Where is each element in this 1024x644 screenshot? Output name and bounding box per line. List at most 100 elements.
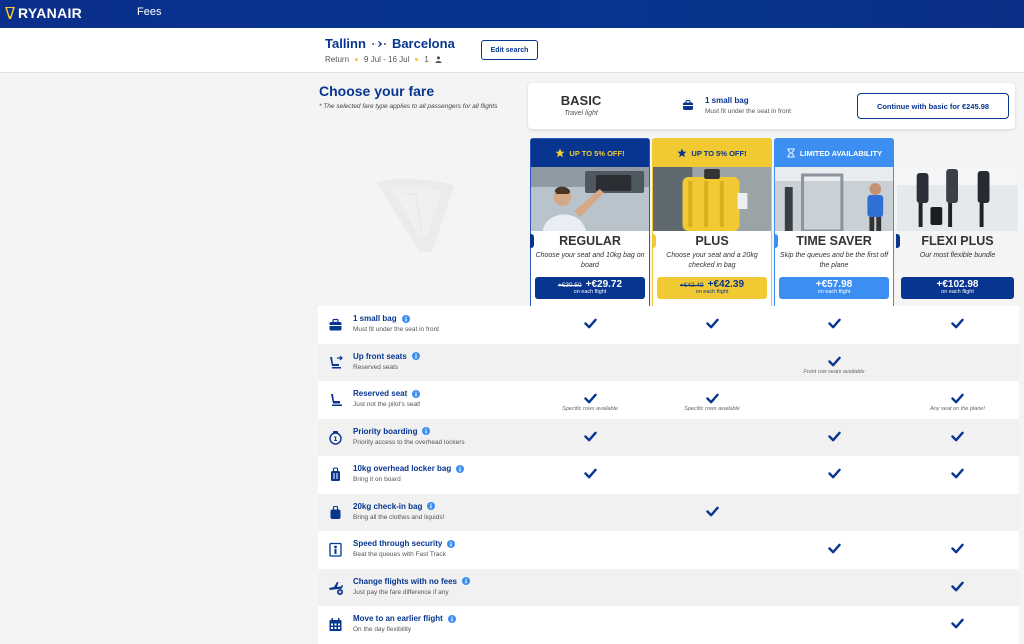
feature-cell	[652, 419, 772, 457]
feature-cell	[896, 419, 1019, 457]
continue-with-basic-button[interactable]: Continue with basic for €245.98	[857, 93, 1009, 119]
feature-cell	[774, 494, 894, 532]
feature-cell	[774, 569, 894, 607]
info-icon[interactable]	[411, 352, 420, 360]
checkmark-icon	[828, 431, 841, 441]
feature-comparison-table: 1 small bag Must fit under the seat in fr…	[318, 306, 1019, 644]
destination-city: Barcelona	[391, 36, 455, 51]
feature-title-text: Change flights with no fees	[353, 576, 458, 586]
flexi-plus-fare-name: FLEXI PLUS	[921, 234, 994, 248]
feature-title-text: Up front seats	[353, 351, 407, 361]
checkmark-icon	[584, 318, 597, 329]
ryanair-logo[interactable]: RYANAIR	[4, 4, 82, 22]
feature-cell	[652, 456, 772, 494]
feature-row: Change flights with no fees Just pay the …	[318, 568, 1019, 607]
person-icon	[435, 56, 442, 63]
star-icon	[555, 148, 566, 158]
feature-subtitle: Reserved seats	[353, 363, 399, 371]
feature-cell	[896, 306, 1019, 344]
feature-subtitle: Beat the queues with Fast Track	[353, 551, 446, 558]
feature-cell	[774, 419, 894, 457]
info-icon[interactable]	[412, 389, 421, 398]
fare-note: * The selected fare type applies to all …	[319, 103, 498, 110]
feature-subtitle: Must fit under the seat in front	[353, 326, 439, 333]
basic-fare-tagline: Travel light	[564, 110, 598, 117]
feature-cell	[774, 306, 894, 344]
info-icon[interactable]	[456, 464, 465, 473]
feature-title: Reserved seat	[353, 389, 421, 398]
basic-bag-subtitle: Must fit under the seat in front	[705, 108, 791, 115]
feature-cell	[652, 344, 772, 382]
checkmark-icon	[951, 618, 964, 629]
regular-price-button[interactable]: +€30.50 +€29.72 on each flight	[535, 277, 645, 299]
feature-cell	[774, 531, 894, 569]
brand-name: RYANAIR	[18, 5, 83, 21]
feature-row: 10kg overhead locker bag Bring it on boar…	[318, 456, 1019, 494]
plus-price-button[interactable]: +€43.49 +€42.39 on each flight	[657, 277, 767, 299]
trip-details: Return 9 Jul - 16 Jul 1	[325, 55, 442, 64]
basic-bag-title: 1 small bag	[705, 96, 749, 105]
reserved-seat-icon	[331, 394, 342, 406]
feature-cell	[896, 456, 1019, 494]
trip-dates: 9 Jul - 16 Jul	[364, 55, 410, 64]
star-icon	[677, 148, 688, 158]
checkmark-icon	[951, 543, 964, 554]
origin-city: Tallinn	[325, 36, 366, 51]
feature-cell-note: Any seat on the plane!	[930, 406, 985, 412]
info-icon[interactable]	[427, 502, 436, 510]
time-saver-price-button[interactable]: +€57.98 on each flight	[779, 277, 889, 299]
flexi-plus-fare-photo	[897, 167, 1018, 231]
feature-cell-note: Front row seats available	[803, 368, 865, 375]
feature-cell	[896, 531, 1019, 569]
info-icon[interactable]	[422, 427, 431, 435]
checkmark-icon	[951, 581, 964, 591]
feature-title-text: Speed through security	[353, 539, 443, 548]
feature-cell	[530, 494, 650, 532]
feature-cell: Front row seats available	[774, 344, 894, 382]
feature-title: 1 small bag	[353, 314, 410, 323]
flexi-plus-price-button[interactable]: +€102.98 on each flight	[901, 277, 1014, 299]
feature-cell	[652, 306, 772, 344]
feature-row: Up front seats Reserved seats Front row se…	[318, 343, 1019, 382]
feature-cell-note: Specific rows available	[562, 406, 618, 412]
feature-label: 1 Priority boarding Priority access to the…	[318, 419, 530, 457]
flight-path-icon	[371, 40, 386, 47]
regular-banner-text: UP TO 5% OFF!	[569, 148, 625, 158]
feature-label: 20kg check-in bag Bring all the clothes a…	[318, 494, 530, 532]
regular-old-price: +€30.50	[557, 282, 582, 289]
fees-link[interactable]: Fees	[137, 6, 161, 18]
feature-cell	[774, 456, 894, 494]
plus-discount-banner: UP TO 5% OFF!	[653, 139, 771, 167]
checkmark-icon	[828, 468, 841, 479]
fast-track-icon	[329, 542, 342, 557]
feature-title-text: 1 small bag	[353, 314, 397, 323]
feature-cell	[530, 419, 650, 457]
info-icon[interactable]	[462, 577, 471, 585]
info-icon[interactable]	[447, 539, 456, 548]
basic-fare-name: BASIC	[560, 93, 602, 108]
checkmark-icon	[951, 318, 964, 329]
info-icon[interactable]	[401, 314, 410, 323]
feature-cell	[652, 531, 772, 569]
svg-text:1: 1	[333, 436, 337, 443]
small-bag-icon	[329, 318, 342, 331]
separator-dot	[415, 58, 419, 61]
trip-summary: Tallinn Barcelona Return 9 Jul - 16 Jul …	[0, 28, 1024, 73]
edit-search-button[interactable]: Edit search	[481, 40, 538, 60]
feature-cell	[652, 606, 772, 644]
info-icon[interactable]	[447, 614, 456, 623]
checkin-bag-icon	[330, 505, 341, 519]
regular-price-unit: on each flight	[573, 289, 607, 295]
feature-cell	[530, 531, 650, 569]
feature-title: 20kg check-in bag	[353, 502, 436, 511]
time-saver-price-unit: on each flight	[817, 289, 851, 295]
feature-title: 10kg overhead locker bag	[353, 464, 465, 473]
feature-title: Speed through security	[353, 539, 456, 548]
flexi-plus-price-unit: on each flight	[941, 289, 974, 295]
feature-title: Up front seats	[353, 352, 420, 361]
feature-title-text: Priority boarding	[353, 426, 418, 436]
basic-fare-card: BASIC Travel light 1 small bag Must fit …	[528, 83, 1015, 129]
feature-cell: Specific rows available	[652, 381, 772, 419]
feature-row: 1 small bag Must fit under the seat in fr…	[318, 306, 1019, 344]
route: Tallinn Barcelona	[325, 36, 455, 51]
